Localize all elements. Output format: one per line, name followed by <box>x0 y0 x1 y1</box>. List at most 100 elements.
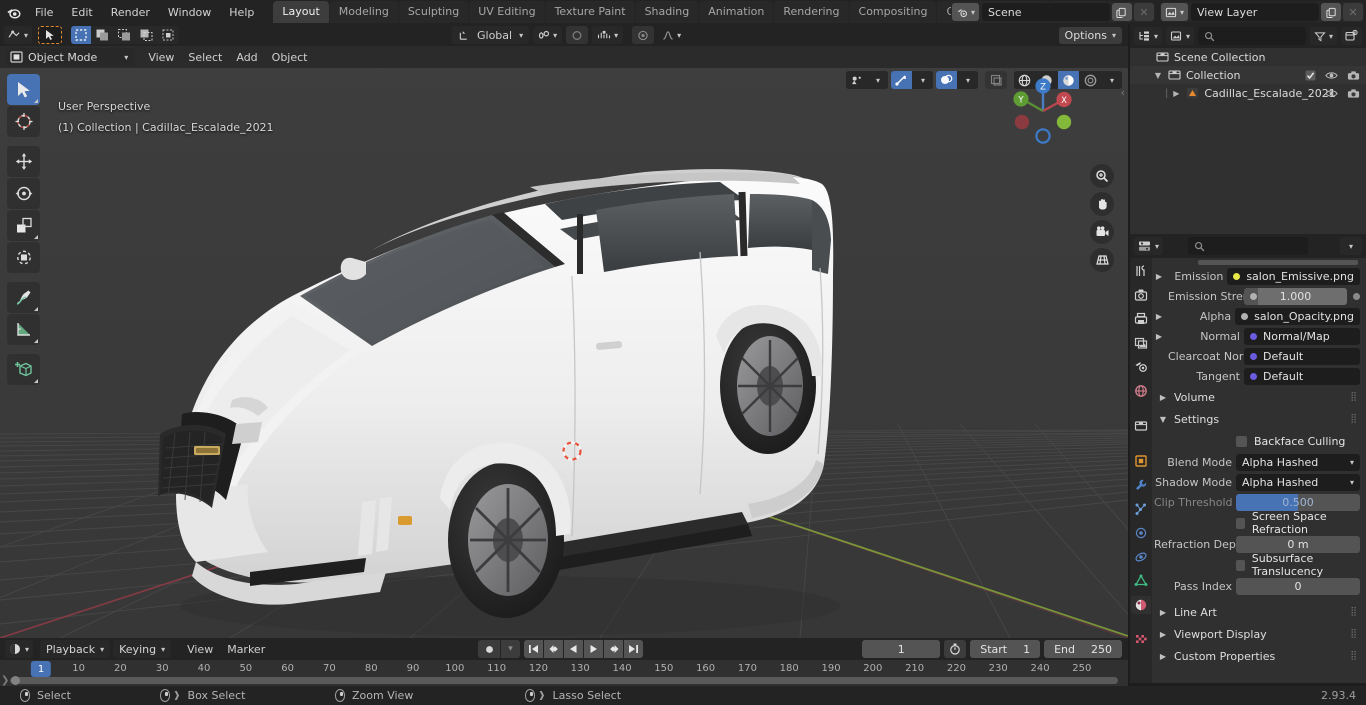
shader-input-disclosure-icon[interactable]: ▶ <box>1154 272 1164 281</box>
scene-selector[interactable]: ▾ Scene ✕ <box>950 2 1155 22</box>
next-keyframe-button[interactable] <box>604 640 623 658</box>
outliner-new-collection-button[interactable] <box>1341 27 1362 45</box>
properties-tab-constraints[interactable] <box>1131 548 1151 566</box>
properties-tab-collection[interactable] <box>1131 417 1151 435</box>
3d-viewport[interactable]: ▾ Global ▾ ▾ ▾ ▾ Options ▾ Object Mode ▾… <box>0 24 1128 638</box>
panel-header-settings[interactable]: ▼ Settings ⣿ <box>1152 409 1366 429</box>
properties-tab-scene[interactable] <box>1131 358 1151 376</box>
end-frame-field[interactable]: End 250 <box>1044 640 1122 658</box>
select-box-icon[interactable] <box>71 26 92 44</box>
add-cube-tool[interactable] <box>7 354 40 385</box>
workspace-tab-shading[interactable]: Shading <box>635 1 699 23</box>
workspace-tab-rendering[interactable]: Rendering <box>774 1 849 23</box>
shader-input-field[interactable]: Normal/Map <box>1244 327 1360 345</box>
outliner-hide-icon[interactable] <box>1325 88 1338 99</box>
properties-tab-output[interactable] <box>1131 310 1151 328</box>
shader-input-disclosure-icon[interactable]: ▶ <box>1154 312 1164 321</box>
shading-dropdown-icon[interactable]: ▾ <box>1102 71 1122 89</box>
timeline-menu-playback[interactable]: Playback ▾ <box>40 640 111 658</box>
jump-to-end-button[interactable] <box>624 640 643 658</box>
snap-magnet-button[interactable]: ▾ <box>533 26 563 44</box>
overlay-group[interactable]: ▾ <box>936 71 978 89</box>
properties-tab-texture[interactable] <box>1131 631 1151 649</box>
shader-input-field[interactable]: 1.000 <box>1244 287 1347 305</box>
start-frame-field[interactable]: Start 1 <box>970 640 1041 658</box>
navigation-gizmo[interactable]: Z Y X <box>1004 72 1082 150</box>
transform-tool[interactable] <box>7 242 40 273</box>
select-intersect-icon[interactable] <box>158 26 180 44</box>
subsurface-translucency-row[interactable]: Subsurface Translucency <box>1154 552 1360 578</box>
show-overlays-icon[interactable] <box>936 71 957 89</box>
timeline-menu-keying[interactable]: Keying ▾ <box>113 640 172 658</box>
properties-tab-modifier[interactable] <box>1131 476 1151 494</box>
viewport-menu-view[interactable]: View <box>141 49 181 66</box>
menu-render[interactable]: Render <box>102 3 159 22</box>
timeline-scroll-bar[interactable] <box>10 677 1118 684</box>
workspace-tab-compositing[interactable]: Compositing <box>849 1 937 23</box>
outliner-enable-checkbox[interactable] <box>1305 70 1316 81</box>
measure-tool[interactable] <box>7 314 40 345</box>
auto-keyframe-options[interactable]: ▾ <box>501 640 520 658</box>
workspace-tab-modeling[interactable]: Modeling <box>329 1 398 23</box>
panel-header-volume[interactable]: ▶ Volume ⣿ <box>1152 387 1366 407</box>
play-reverse-button[interactable] <box>564 640 583 658</box>
viewport-menu-select[interactable]: Select <box>181 49 229 66</box>
auto-keying-group[interactable]: ▾ <box>478 640 520 658</box>
outliner-render-icon[interactable] <box>1347 70 1360 81</box>
outliner-search-input[interactable] <box>1198 27 1306 45</box>
properties-tab-physics[interactable] <box>1131 524 1151 542</box>
show-gizmo-icon[interactable] <box>891 71 912 89</box>
panel-header-viewport-display[interactable]: ▶ Viewport Display ⣿ <box>1152 624 1366 644</box>
rotate-tool[interactable] <box>7 178 40 209</box>
use-preview-range-icon[interactable] <box>944 640 967 658</box>
screen-space-refraction-row[interactable]: Screen Space Refraction <box>1154 510 1360 536</box>
timeline-scroll-arrow-icon[interactable]: ❯ <box>1 675 9 686</box>
select-difference-icon[interactable] <box>136 26 158 44</box>
outliner-row-cadillac-escalade-2021[interactable]: | ▶ Cadillac_Escalade_2021 <box>1130 84 1366 102</box>
active-tool-indicator[interactable] <box>38 26 63 44</box>
new-viewlayer-button[interactable] <box>1321 3 1341 21</box>
select-extend-icon[interactable] <box>92 26 114 44</box>
unlink-scene-button[interactable]: ✕ <box>1133 3 1154 21</box>
shader-input-field[interactable]: salon_Emissive.png <box>1227 267 1360 285</box>
shadow-mode-dropdown[interactable]: Alpha Hashed ▾ <box>1236 473 1360 491</box>
proportional-falloff-toggle[interactable] <box>632 26 655 44</box>
visibility-dropdown-icon[interactable]: ▾ <box>868 71 888 89</box>
blend-mode-dropdown[interactable]: Alpha Hashed ▾ <box>1236 453 1360 471</box>
select-subtract-icon[interactable] <box>114 26 136 44</box>
blender-logo-icon[interactable] <box>0 0 26 24</box>
properties-tab-data[interactable] <box>1131 572 1151 590</box>
workspace-tab-uv-editing[interactable]: UV Editing <box>469 1 545 23</box>
proportional-edit-button[interactable] <box>566 26 589 44</box>
camera-icon[interactable] <box>1090 220 1114 244</box>
viewport-menu-object[interactable]: Object <box>265 49 315 66</box>
auto-keyframe-toggle[interactable] <box>478 640 500 658</box>
viewlayer-name-field[interactable]: View Layer <box>1191 3 1319 21</box>
viewlayer-selector[interactable]: ▾ View Layer ✕ <box>1159 2 1364 22</box>
workspace-tab-layout[interactable]: Layout <box>273 1 329 23</box>
outliner-hide-icon[interactable] <box>1325 70 1338 81</box>
subsurface-translucency-checkbox[interactable] <box>1236 559 1245 571</box>
viewport-options-button[interactable]: Options ▾ <box>1058 27 1122 44</box>
properties-tab-particles[interactable] <box>1131 500 1151 518</box>
object-types-visibility-icon[interactable] <box>846 71 867 89</box>
shader-input-field[interactable]: Default <box>1244 367 1360 385</box>
properties-options-button[interactable]: ▾ <box>1340 237 1362 255</box>
grid-icon[interactable] <box>1090 248 1114 272</box>
scene-name-field[interactable]: Scene <box>981 3 1110 21</box>
properties-tab-tool[interactable] <box>1131 262 1151 280</box>
timeline-editor-type-button[interactable]: ▾ <box>5 640 34 658</box>
shader-input-field[interactable]: salon_Opacity.png <box>1235 307 1360 325</box>
new-scene-button[interactable] <box>1111 3 1132 21</box>
jump-to-start-button[interactable] <box>524 640 543 658</box>
transform-orientation-dropdown[interactable]: Global ▾ <box>452 26 530 44</box>
overlay-dropdown-icon[interactable]: ▾ <box>958 71 978 89</box>
menu-edit[interactable]: Edit <box>62 3 101 22</box>
outliner-row-scene-collection[interactable]: Scene Collection <box>1130 48 1366 66</box>
properties-tab-object[interactable] <box>1131 452 1151 470</box>
scene-browse-icon[interactable]: ▾ <box>951 3 979 21</box>
properties-tab-view-layer[interactable] <box>1131 334 1151 352</box>
properties-tab-render[interactable] <box>1131 286 1151 304</box>
properties-tab-material[interactable] <box>1131 596 1151 614</box>
properties-tab-world[interactable] <box>1131 382 1151 400</box>
